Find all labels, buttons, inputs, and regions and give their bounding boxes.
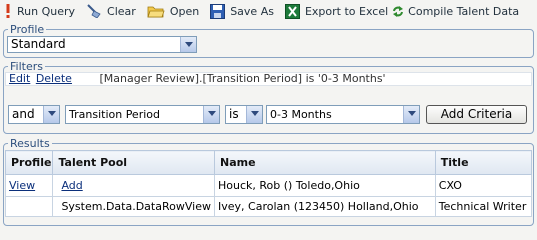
chevron-down-icon [403,106,419,123]
edit-link[interactable]: Edit [9,72,30,85]
chevron-down-icon [246,106,262,123]
compile-talent-data-button[interactable]: Compile Talent Data [393,1,519,21]
column-header-title[interactable]: Title [434,150,533,175]
operator-select[interactable]: is [225,105,263,124]
export-to-excel-button[interactable]: Export to Excel [284,1,388,21]
profile-legend: Profile [10,23,45,36]
save-as-button[interactable]: Save As [210,1,274,21]
row-talent-pool-cell: Add [52,174,215,197]
value-select[interactable]: 0-3 Months [266,105,420,124]
open-button[interactable]: Open [147,1,199,21]
chevron-down-icon [203,106,219,123]
row-title-cell: Technical Writer [434,196,533,217]
profile-select[interactable]: Standard [7,36,197,53]
exclamation-icon [6,4,10,18]
row-talent-pool-cell: System.Data.DataRowView [52,196,215,217]
row-name-cell: Ivey, Carolan (123450) Holland,Ohio [214,196,436,217]
clear-button[interactable]: Clear [86,1,136,21]
column-header-talent-pool[interactable]: Talent Pool [52,150,215,175]
filter-expression: [Manager Review].[Transition Period] is … [99,72,386,85]
table-header-row: Profile Talent Pool Name Title [4,150,533,175]
chevron-down-icon [43,106,59,123]
results-legend: Results [10,137,50,150]
excel-icon [284,3,300,19]
run-query-button[interactable]: Run Query [4,1,75,21]
view-link[interactable]: View [9,179,35,192]
field-select[interactable]: Transition Period [65,105,220,124]
row-title-cell: CXO [434,174,533,197]
broom-icon [87,4,101,18]
row-name-cell: Houck, Rob () Toledo,Ohio [214,174,436,197]
results-table: Profile Talent Pool Name Title View Add … [4,150,533,217]
chevron-down-icon [180,37,196,52]
filter-expression-row: Edit Delete [Manager Review].[Transition… [5,72,532,86]
conjunction-select[interactable]: and [8,105,60,124]
table-row: System.Data.DataRowView Ivey, Carolan (1… [4,196,533,217]
floppy-disk-icon [210,3,226,19]
folder-icon [147,6,165,18]
column-header-profile[interactable]: Profile [4,150,54,175]
row-profile-cell: View [4,174,54,197]
column-header-name[interactable]: Name [214,150,436,175]
refresh-icon [393,5,404,17]
row-profile-cell [4,196,54,217]
toolbar: Run Query Clear Open Save As Export to E… [0,0,537,22]
table-row: View Add Houck, Rob () Toledo,Ohio CXO [4,174,533,197]
delete-link[interactable]: Delete [36,72,72,85]
add-link[interactable]: Add [61,179,82,192]
add-criteria-button[interactable]: Add Criteria [426,105,527,124]
